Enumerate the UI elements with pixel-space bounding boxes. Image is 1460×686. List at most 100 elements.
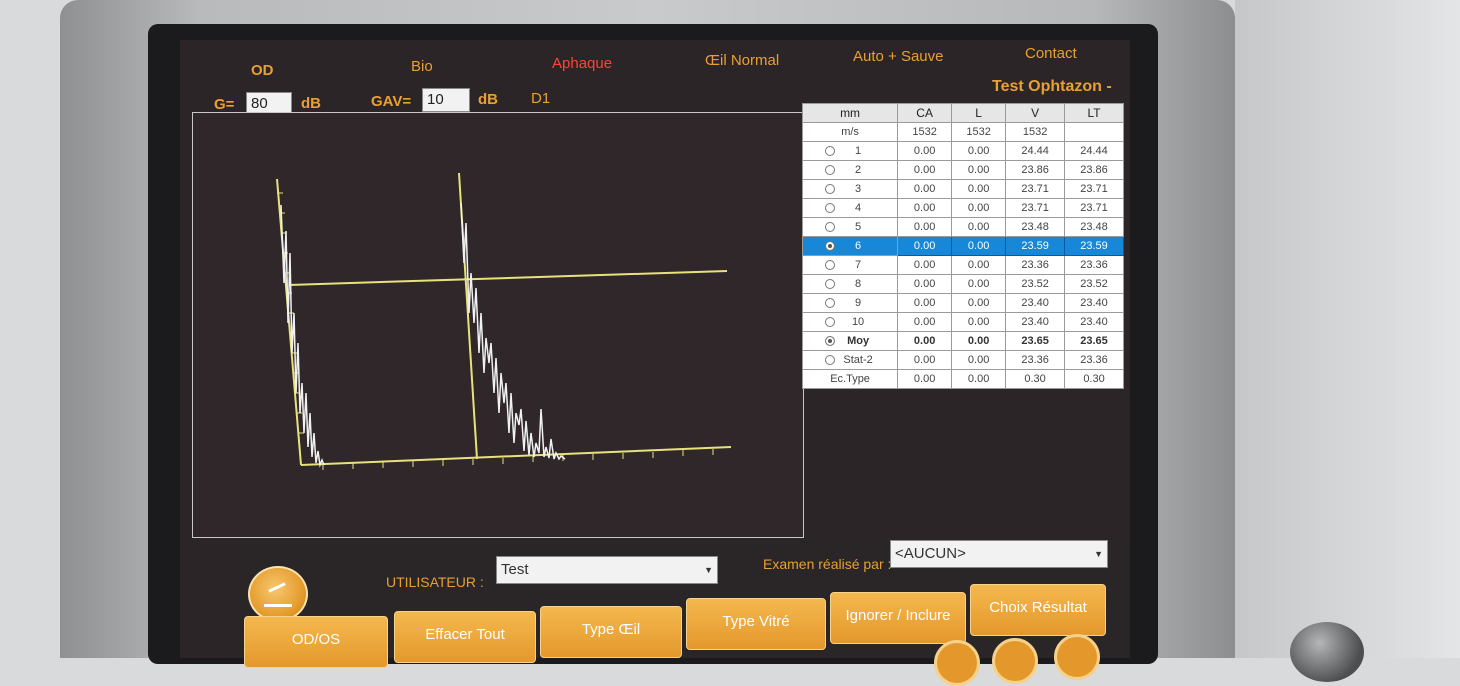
cell-ca: 0.00	[897, 141, 953, 161]
examiner-select[interactable]: <AUCUN> ▼	[890, 540, 1108, 568]
cell-v: 23.71	[1005, 198, 1066, 218]
print-icon[interactable]	[934, 640, 980, 686]
echo-gate-left[interactable]	[276, 178, 302, 466]
row-select-radio[interactable]	[825, 298, 836, 309]
eye-type-button[interactable]: Type Œil	[540, 606, 682, 658]
row-number: 9	[855, 297, 862, 309]
choose-result-button[interactable]: Choix Résultat	[970, 584, 1106, 636]
row-select-radio[interactable]	[825, 184, 836, 195]
save-icon[interactable]	[992, 638, 1038, 684]
menu-bio[interactable]: Bio	[411, 58, 433, 75]
cell-ca: 0.00	[897, 236, 953, 256]
cell-ca: 0.00	[897, 179, 953, 199]
user-select[interactable]: Test ▼	[496, 556, 718, 584]
user-label: UTILISATEUR :	[386, 574, 484, 590]
ignore-include-button[interactable]: Ignorer / Inclure	[830, 592, 966, 644]
column-header: CA	[897, 103, 953, 123]
menu-oeil-normal[interactable]: Œil Normal	[705, 52, 779, 69]
row-select-radio[interactable]	[825, 222, 836, 233]
row-select-radio[interactable]	[825, 279, 836, 290]
row-select-radio[interactable]	[825, 317, 836, 328]
table-row[interactable]: 10 0.00 0.00 23.40 23.40	[801, 312, 1124, 332]
echo-signal-2	[460, 202, 566, 461]
measurement-table: mm CA L V LT m/s 1532 1532 1532 1 0.00 0…	[801, 103, 1124, 389]
row-select-radio[interactable]	[825, 241, 836, 252]
cell-l: 0.00	[951, 369, 1007, 389]
cell-lt: 23.36	[1064, 255, 1124, 275]
cell-l: 0.00	[951, 274, 1007, 294]
row-select-radio[interactable]	[825, 336, 836, 347]
row-select-radio[interactable]	[825, 146, 836, 157]
row-number: 4	[855, 202, 862, 214]
table-row[interactable]: 2 0.00 0.00 23.86 23.86	[801, 160, 1124, 180]
speed-row: m/s 1532 1532 1532	[801, 122, 1124, 142]
column-header: LT	[1064, 103, 1124, 123]
a-scan-plot	[192, 112, 804, 538]
gain-unit: dB	[301, 95, 321, 112]
row-select-radio[interactable]	[825, 260, 836, 271]
gav-input[interactable]: 10	[422, 88, 470, 112]
menu-contact[interactable]: Contact	[1025, 45, 1077, 62]
probe-logo-icon[interactable]	[248, 566, 308, 622]
table-row[interactable]: 8 0.00 0.00 23.52 23.52	[801, 274, 1124, 294]
chevron-down-icon[interactable]: ▼	[704, 557, 713, 583]
std-dev-row: Ec.Type 0.00 0.00 0.30 0.30	[801, 369, 1124, 389]
cell-lt: 24.44	[1064, 141, 1124, 161]
table-row[interactable]: 5 0.00 0.00 23.48 23.48	[801, 217, 1124, 237]
table-row-selected[interactable]: 6 0.00 0.00 23.59 23.59	[801, 236, 1124, 256]
cell-l: 0.00	[951, 179, 1007, 199]
row-select-radio[interactable]	[825, 203, 836, 214]
device-name: Test Ophtazon -	[992, 78, 1112, 95]
table-row[interactable]: 3 0.00 0.00 23.71 23.71	[801, 179, 1124, 199]
background-surface	[1235, 0, 1460, 658]
cell-v: 23.48	[1005, 217, 1066, 237]
mode-indicator: D1	[531, 90, 551, 107]
control-knob	[1290, 622, 1364, 682]
row-select-radio[interactable]	[825, 355, 836, 366]
odos-button[interactable]: OD/OS	[244, 616, 388, 668]
cell-v: 23.52	[1005, 274, 1066, 294]
mode-menu-bar: OD Bio Aphaque Œil Normal Auto + Sauve C…	[180, 40, 1130, 84]
cell-ca: 0.00	[897, 160, 953, 180]
menu-eye-od[interactable]: OD	[251, 62, 274, 79]
cell-ca: 0.00	[897, 331, 953, 351]
examiner-select-value: <AUCUN>	[895, 545, 966, 562]
cell-v: 23.40	[1005, 293, 1066, 313]
row-number: 5	[855, 221, 862, 233]
cell-ca: 0.00	[897, 312, 953, 332]
row-select-radio[interactable]	[825, 165, 836, 176]
speed-label: m/s	[801, 122, 899, 142]
row-label: Ec.Type	[801, 369, 899, 389]
table-row[interactable]: 9 0.00 0.00 23.40 23.40	[801, 293, 1124, 313]
cell-lt: 23.71	[1064, 179, 1124, 199]
cell-v: 23.71	[1005, 179, 1066, 199]
cell-v: 23.36	[1005, 255, 1066, 275]
cell-lt: 23.40	[1064, 293, 1124, 313]
cell-v: 23.86	[1005, 160, 1066, 180]
cell-lt: 23.86	[1064, 160, 1124, 180]
row-number: 6	[855, 240, 862, 252]
column-header: mm	[801, 103, 899, 123]
cell-l: 0.00	[951, 141, 1007, 161]
column-header: L	[951, 103, 1007, 123]
chevron-down-icon[interactable]: ▼	[1094, 541, 1103, 567]
vitreous-type-button[interactable]: Type Vitré	[686, 598, 826, 650]
table-row[interactable]: 7 0.00 0.00 23.36 23.36	[801, 255, 1124, 275]
clear-all-button[interactable]: Effacer Tout	[394, 611, 536, 663]
column-header: V	[1005, 103, 1066, 123]
grid-icon[interactable]	[1054, 634, 1100, 680]
menu-auto-sauve[interactable]: Auto + Sauve	[853, 48, 943, 65]
cell-lt: 23.40	[1064, 312, 1124, 332]
average-row[interactable]: Moy 0.00 0.00 23.65 23.65	[801, 331, 1124, 351]
cell-lt: 23.52	[1064, 274, 1124, 294]
a-scan-waveform	[276, 172, 732, 470]
table-row[interactable]: 4 0.00 0.00 23.71 23.71	[801, 198, 1124, 218]
menu-aphaque[interactable]: Aphaque	[552, 55, 612, 72]
table-row[interactable]: 1 0.00 0.00 24.44 24.44	[801, 141, 1124, 161]
speed-v: 1532	[1005, 122, 1066, 142]
stat2-row[interactable]: Stat-2 0.00 0.00 23.36 23.36	[801, 350, 1124, 370]
threshold-line[interactable]	[288, 270, 728, 286]
row-number: 8	[855, 278, 862, 290]
cell-ca: 0.00	[897, 274, 953, 294]
row-number: 7	[855, 259, 862, 271]
